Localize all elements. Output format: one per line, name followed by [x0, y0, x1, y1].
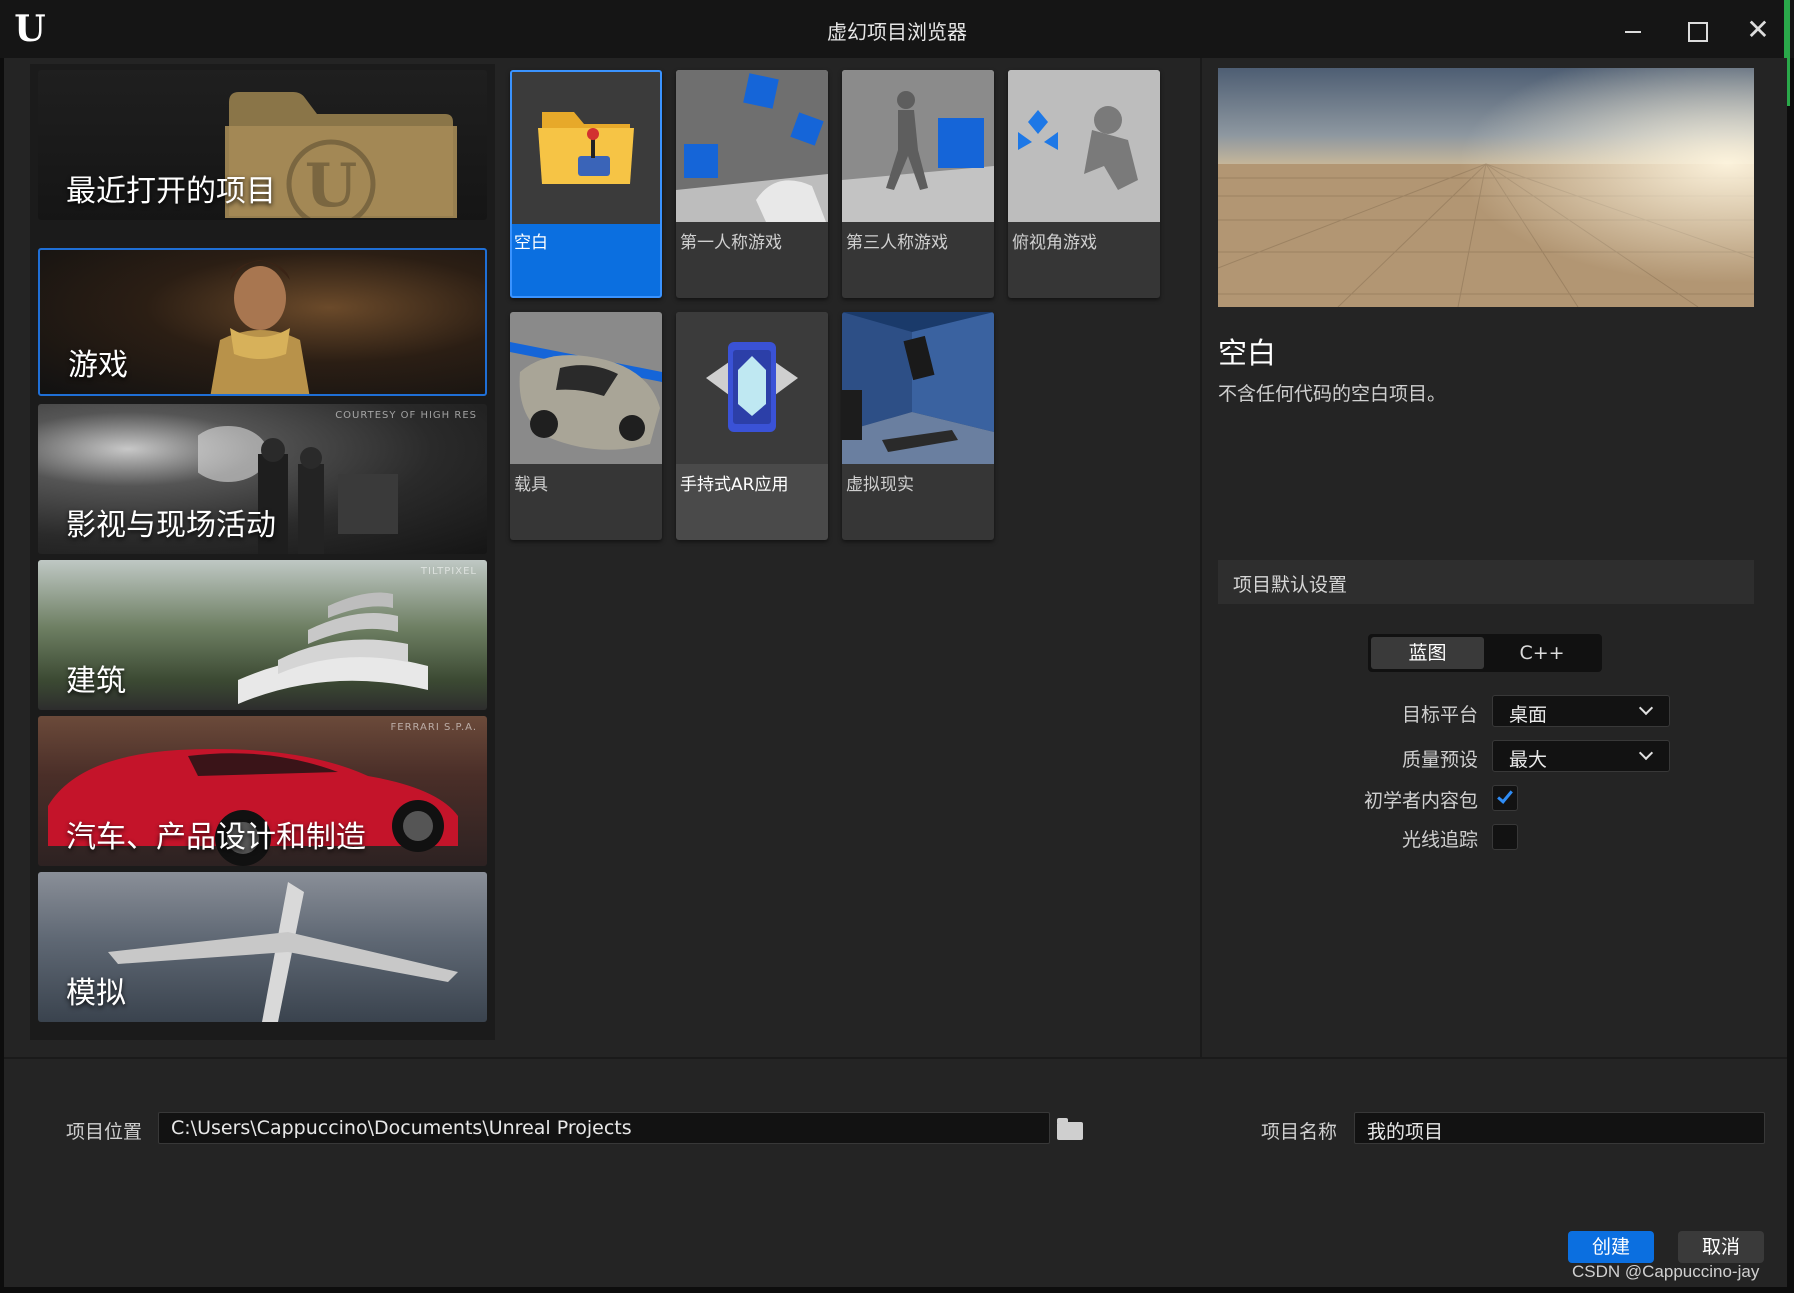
chevron-down-icon	[1638, 745, 1654, 761]
project-location-label: 项目位置	[66, 1121, 143, 1143]
input-value: 我的项目	[1367, 1121, 1444, 1143]
maximize-button[interactable]	[1676, 10, 1716, 50]
category-label: 游戏	[68, 348, 128, 383]
dropdown-value: 最大	[1509, 749, 1548, 771]
template-label: 俯视角游戏	[1012, 233, 1097, 253]
dropdown-value: 桌面	[1509, 704, 1548, 726]
browse-folder-icon[interactable]	[1057, 1118, 1083, 1140]
category-label: 建筑	[66, 664, 126, 699]
category-label: 最近打开的项目	[66, 174, 276, 209]
category-label: 汽车、产品设计和制造	[66, 820, 366, 855]
vr-thumbnail	[842, 312, 994, 464]
character-portrait-image	[210, 260, 310, 394]
target-platform-dropdown[interactable]: 桌面	[1492, 695, 1670, 727]
svg-text:U: U	[305, 151, 357, 218]
template-title: 空白	[1218, 336, 1277, 370]
quality-preset-dropdown[interactable]: 最大	[1492, 740, 1670, 772]
first-person-thumbnail	[676, 70, 828, 222]
starter-content-checkbox[interactable]	[1492, 785, 1518, 811]
quality-preset-label: 质量预设	[1401, 749, 1478, 771]
cancel-button[interactable]: 取消	[1678, 1231, 1764, 1263]
template-label: 第一人称游戏	[680, 233, 782, 253]
input-value: C:\Users\Cappuccino\Documents\Unreal Pro…	[171, 1117, 632, 1139]
window-title: 虚幻项目浏览器	[827, 20, 967, 44]
close-button[interactable]: ✕	[1738, 10, 1778, 50]
category-film-live-events[interactable]: COURTESY OF HIGH RES 影视与现场活动	[38, 404, 487, 554]
create-button[interactable]: 创建	[1568, 1231, 1654, 1263]
checkered-floor-image	[1218, 68, 1754, 307]
project-name-label: 项目名称	[1261, 1121, 1338, 1143]
title-bar: U 虚幻项目浏览器 ✕	[0, 0, 1794, 58]
category-games[interactable]: 游戏	[38, 248, 487, 396]
template-first-person[interactable]: 第一人称游戏	[676, 70, 828, 298]
project-name-input[interactable]: 我的项目	[1354, 1112, 1765, 1144]
category-panel: U 最近打开的项目 游戏 COURTESY OF HIGH RES 影视与现场活…	[30, 64, 495, 1040]
building-image	[238, 592, 428, 704]
phone-ar-icon	[676, 312, 828, 464]
language-toggle: 蓝图 C++	[1368, 634, 1602, 672]
raytracing-checkbox[interactable]	[1492, 824, 1518, 850]
template-label: 空白	[514, 233, 548, 253]
cpp-option[interactable]: C++	[1485, 637, 1599, 669]
template-top-down[interactable]: 俯视角游戏	[1008, 70, 1160, 298]
category-label: 影视与现场活动	[66, 508, 276, 543]
watermark-text: CSDN @Cappuccino-jay	[1572, 1262, 1760, 1281]
template-label: 虚拟现实	[846, 475, 914, 495]
chevron-down-icon	[1638, 700, 1654, 716]
checkmark-icon	[1497, 787, 1513, 804]
category-label: 模拟	[66, 976, 126, 1011]
third-person-thumbnail	[842, 70, 994, 222]
template-label: 载具	[514, 475, 548, 495]
minimize-button[interactable]	[1613, 10, 1653, 50]
airplane-image	[108, 882, 458, 1022]
template-third-person[interactable]: 第三人称游戏	[842, 70, 994, 298]
bottom-bar	[4, 1059, 1787, 1287]
target-platform-label: 目标平台	[1401, 704, 1478, 726]
panel-divider	[1200, 58, 1202, 1058]
project-defaults-header: 项目默认设置	[1218, 560, 1754, 604]
starter-content-label: 初学者内容包	[1363, 790, 1478, 812]
template-description: 不含任何代码的空白项目。	[1218, 383, 1447, 405]
blueprint-option[interactable]: 蓝图	[1371, 637, 1484, 669]
category-automotive[interactable]: FERRARI S.P.A. 汽车、产品设计和制造	[38, 716, 487, 866]
template-handheld-ar[interactable]: 手持式AR应用	[676, 312, 828, 540]
section-title: 项目默认设置	[1233, 574, 1348, 596]
template-vehicle[interactable]: 载具	[510, 312, 662, 540]
category-architecture[interactable]: TILTPIXEL 建筑	[38, 560, 487, 710]
template-preview-image	[1218, 68, 1754, 307]
top-down-thumbnail	[1008, 70, 1160, 222]
project-location-input[interactable]: C:\Users\Cappuccino\Documents\Unreal Pro…	[158, 1112, 1050, 1144]
raytracing-label: 光线追踪	[1401, 829, 1478, 851]
template-label: 手持式AR应用	[680, 475, 789, 495]
template-vr[interactable]: 虚拟现实	[842, 312, 994, 540]
vehicle-thumbnail	[510, 312, 662, 464]
image-credit: COURTESY OF HIGH RES	[335, 410, 477, 421]
category-simulation[interactable]: 模拟	[38, 872, 487, 1022]
template-blank[interactable]: 空白	[510, 70, 662, 298]
folder-joystick-icon	[512, 72, 660, 224]
category-recent-projects[interactable]: U 最近打开的项目	[38, 70, 487, 220]
template-label: 第三人称游戏	[846, 233, 948, 253]
